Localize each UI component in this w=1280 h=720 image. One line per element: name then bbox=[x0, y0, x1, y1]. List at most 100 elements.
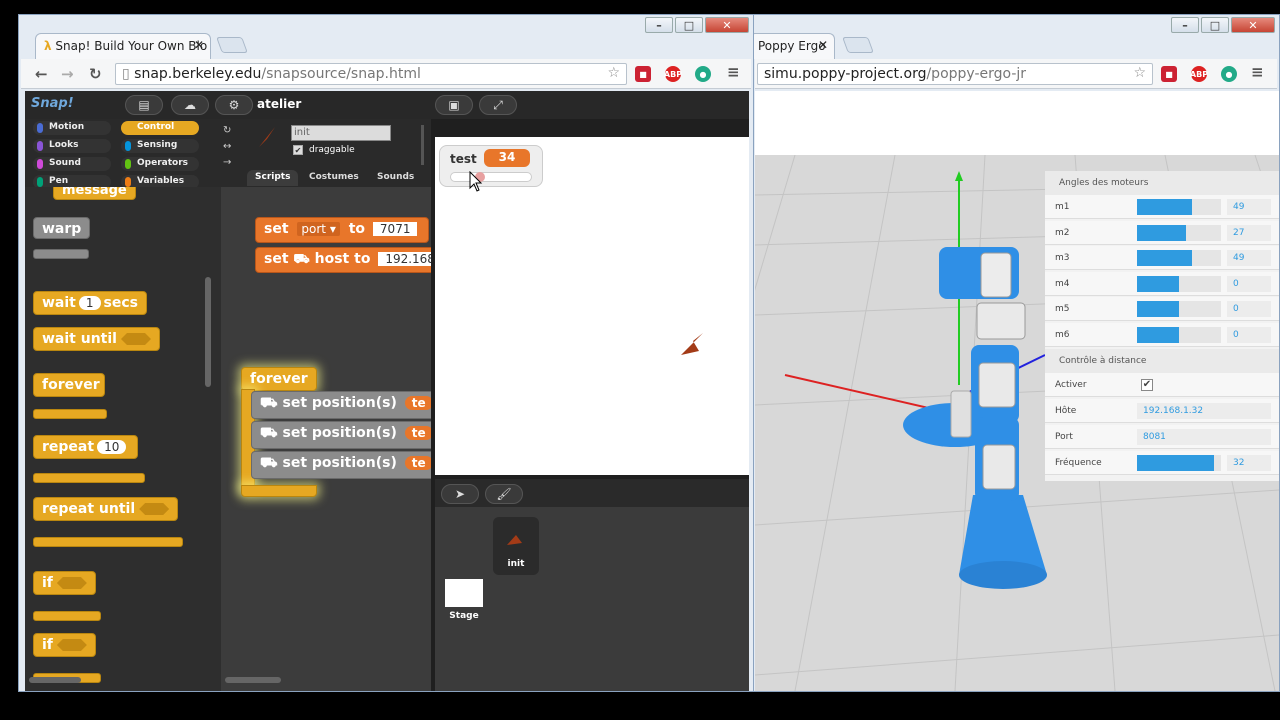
flip-icon[interactable]: ↔ bbox=[223, 141, 231, 152]
motor-slider[interactable] bbox=[1137, 275, 1221, 292]
stage-size-icon[interactable]: ▣ bbox=[435, 95, 473, 115]
close-tab-icon[interactable]: ✕ bbox=[194, 38, 204, 52]
condition-slot[interactable] bbox=[120, 333, 151, 345]
close-button[interactable]: ✕ bbox=[705, 17, 749, 33]
motor-value[interactable]: 0 bbox=[1227, 301, 1271, 317]
draggable-checkbox[interactable]: ✔ bbox=[293, 145, 303, 155]
set-position-block-1[interactable]: ⛟ set position(s) te bbox=[251, 391, 431, 419]
extension-round-icon[interactable]: ● bbox=[1221, 66, 1237, 82]
extension-icon[interactable]: ■ bbox=[635, 66, 651, 82]
sprite-name-input[interactable]: init bbox=[291, 125, 391, 141]
motor-slider[interactable] bbox=[1137, 301, 1221, 317]
motor-value[interactable]: 27 bbox=[1227, 224, 1271, 241]
paintbrush-icon[interactable]: 🖌 bbox=[485, 484, 523, 504]
tab-poppy-ergo[interactable]: Poppy Ergo ✕ bbox=[749, 33, 835, 59]
stage-thumbnail[interactable] bbox=[445, 579, 483, 607]
condition-slot[interactable] bbox=[56, 639, 87, 651]
menu-icon[interactable]: ≡ bbox=[727, 63, 740, 81]
category-sensing[interactable]: Sensing bbox=[121, 139, 199, 153]
position-slot[interactable]: te bbox=[404, 396, 431, 410]
motor-value[interactable]: 0 bbox=[1227, 326, 1271, 343]
adblock-icon[interactable]: ABP bbox=[664, 66, 682, 82]
sprite-on-stage[interactable] bbox=[679, 327, 705, 357]
reload-icon[interactable]: ↻ bbox=[89, 65, 102, 83]
port-input[interactable]: 8081 bbox=[1137, 429, 1271, 445]
category-control[interactable]: Control bbox=[121, 121, 199, 135]
address-bar[interactable]: ▯ snap.berkeley.edu/snapsource/snap.html… bbox=[115, 63, 627, 85]
motor-slider[interactable] bbox=[1137, 199, 1221, 215]
scripts-area[interactable]: set port ▾ to 7071 set ⛟ host to 192.168… bbox=[221, 187, 431, 691]
palette-scrollbar[interactable] bbox=[205, 277, 211, 387]
category-looks[interactable]: Looks bbox=[33, 139, 111, 153]
forever-block[interactable]: forever bbox=[33, 373, 105, 397]
menu-icon[interactable]: ≡ bbox=[1251, 63, 1264, 81]
snap-logo[interactable]: Snap! bbox=[31, 96, 74, 111]
motor-value[interactable]: 49 bbox=[1227, 199, 1271, 215]
motor-slider[interactable] bbox=[1137, 326, 1221, 343]
motor-slider[interactable] bbox=[1137, 250, 1221, 266]
file-icon[interactable]: ▤ bbox=[125, 95, 163, 115]
category-motion[interactable]: Motion bbox=[33, 121, 111, 135]
no-rotate-icon[interactable]: → bbox=[223, 157, 231, 168]
variable-watcher[interactable]: test 34 bbox=[439, 145, 543, 187]
set-port-block[interactable]: set port ▾ to 7071 bbox=[255, 217, 430, 243]
message-block[interactable]: message bbox=[53, 187, 136, 200]
tab-scripts[interactable]: Scripts bbox=[247, 170, 299, 186]
var-dropdown[interactable]: port ▾ bbox=[297, 222, 340, 236]
condition-slot[interactable] bbox=[139, 503, 170, 515]
motor-value[interactable]: 49 bbox=[1227, 250, 1271, 266]
minimize-button[interactable]: – bbox=[645, 17, 673, 33]
star-icon[interactable]: ☆ bbox=[1133, 65, 1146, 81]
port-input[interactable]: 7071 bbox=[372, 222, 418, 236]
activer-checkbox[interactable]: ✔ bbox=[1141, 379, 1153, 391]
minimize-button[interactable]: – bbox=[1171, 17, 1199, 33]
category-sound[interactable]: Sound bbox=[33, 157, 111, 171]
repeat-until-block[interactable]: repeat until bbox=[33, 497, 179, 521]
host-input[interactable]: 192.168 bbox=[378, 252, 431, 266]
wait-input[interactable]: 1 bbox=[78, 296, 101, 310]
cloud-icon[interactable]: ☁ bbox=[171, 95, 209, 115]
sprite-thumbnail-init[interactable]: init bbox=[493, 517, 539, 575]
forward-icon[interactable]: → bbox=[61, 65, 74, 83]
star-icon[interactable]: ☆ bbox=[607, 65, 620, 81]
set-position-block-3[interactable]: ⛟ set position(s) te bbox=[251, 451, 431, 479]
new-tab-button[interactable] bbox=[216, 37, 248, 53]
condition-slot[interactable] bbox=[56, 577, 87, 589]
hote-input[interactable]: 192.168.1.32 bbox=[1137, 403, 1271, 419]
close-tab-icon[interactable]: ✕ bbox=[818, 38, 828, 52]
frequence-slider[interactable] bbox=[1137, 455, 1221, 471]
palette-hscrollbar[interactable] bbox=[29, 677, 81, 683]
motor-slider[interactable] bbox=[1137, 224, 1221, 241]
frequence-value[interactable]: 32 bbox=[1227, 455, 1271, 471]
scripts-hscrollbar[interactable] bbox=[225, 677, 281, 683]
wait-until-block[interactable]: wait until bbox=[33, 327, 160, 351]
stage[interactable]: test 34 bbox=[435, 137, 749, 475]
maximize-button[interactable]: □ bbox=[675, 17, 703, 33]
motor-value[interactable]: 0 bbox=[1227, 275, 1271, 292]
maximize-button[interactable]: □ bbox=[1201, 17, 1229, 33]
set-host-block[interactable]: set ⛟ host to 192.168 bbox=[255, 247, 431, 273]
repeat-input[interactable]: 10 bbox=[97, 440, 127, 454]
category-operators[interactable]: Operators bbox=[121, 157, 199, 171]
extension-round-icon[interactable]: ● bbox=[695, 66, 711, 82]
set-position-block-2[interactable]: ⛟ set position(s) te bbox=[251, 421, 431, 449]
wait-secs-block[interactable]: wait 1 secs bbox=[33, 291, 147, 315]
repeat-block[interactable]: repeat 10 bbox=[33, 435, 139, 459]
warp-block[interactable]: warp bbox=[33, 217, 91, 239]
extension-icon[interactable]: ■ bbox=[1161, 66, 1177, 82]
gear-icon[interactable]: ⚙ bbox=[215, 95, 253, 115]
if-block[interactable]: if bbox=[33, 571, 96, 595]
back-icon[interactable]: ← bbox=[35, 65, 48, 83]
watcher-slider[interactable] bbox=[450, 172, 532, 182]
adblock-icon[interactable]: ABP bbox=[1190, 66, 1208, 82]
tab-snap[interactable]: λ Snap! Build Your Own Blo ✕ bbox=[35, 33, 211, 59]
tab-sounds[interactable]: Sounds bbox=[369, 170, 422, 186]
turtle-icon[interactable]: ➤ bbox=[441, 484, 479, 504]
if-else-block[interactable]: if bbox=[33, 633, 96, 657]
forever-script-block[interactable]: forever bbox=[241, 367, 317, 391]
position-slot[interactable]: te bbox=[404, 426, 431, 440]
rotation-style-icon[interactable]: ↻ bbox=[223, 125, 231, 136]
address-bar[interactable]: simu.poppy-project.org/poppy-ergo-jr ☆ bbox=[757, 63, 1153, 85]
close-button[interactable]: ✕ bbox=[1231, 17, 1275, 33]
tab-costumes[interactable]: Costumes bbox=[301, 170, 367, 186]
